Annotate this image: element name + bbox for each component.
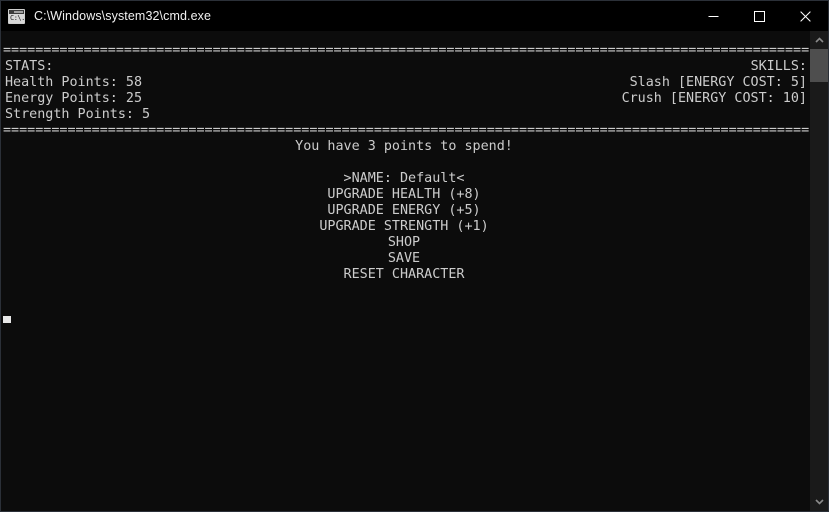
window-controls — [690, 1, 828, 31]
menu-item-upgrade-energy[interactable]: UPGRADE ENERGY (+5) — [1, 203, 809, 219]
minimize-icon — [708, 15, 718, 17]
skill-slash: Slash [ENERGY COST: 5] — [629, 75, 807, 90]
menu-item-upgrade-strength[interactable]: UPGRADE STRENGTH (+1) — [1, 219, 809, 235]
stat-skill-row: Energy Points: 25 Crush [ENERGY COST: 10… — [1, 91, 809, 107]
cmd-icon-prompt-text: C:\. — [10, 13, 25, 22]
vertical-scrollbar[interactable] — [809, 31, 828, 511]
window-title: C:\Windows\system32\cmd.exe — [34, 9, 212, 23]
menu-item-shop[interactable]: SHOP — [1, 235, 809, 251]
skill-crush: Crush [ENERGY COST: 10] — [621, 91, 807, 106]
menu-item-upgrade-health[interactable]: UPGRADE HEALTH (+8) — [1, 187, 809, 203]
scroll-down-button[interactable] — [810, 493, 828, 511]
stats-header: STATS: — [5, 59, 54, 74]
stats-skills-header-row: STATS: SKILLS: — [1, 59, 809, 75]
minimize-button[interactable] — [690, 1, 736, 31]
separator-line-top: ========================================… — [3, 43, 809, 58]
cmd-window: C:\. C:\Windows\system32\cmd.exe =======… — [0, 0, 829, 512]
menu-item-reset-character[interactable]: RESET CHARACTER — [1, 267, 809, 283]
close-button[interactable] — [782, 1, 828, 31]
stat-energy-points: Energy Points: 25 — [5, 91, 143, 106]
chevron-down-icon — [814, 499, 824, 505]
menu-item-name[interactable]: >NAME: Default< — [1, 171, 809, 187]
skills-header: SKILLS: — [750, 59, 807, 74]
scroll-up-button[interactable] — [810, 31, 828, 49]
title-bar[interactable]: C:\. C:\Windows\system32\cmd.exe — [1, 1, 828, 31]
separator-line-bottom: ========================================… — [3, 123, 809, 138]
stat-strength-points: Strength Points: 5 — [5, 107, 151, 122]
menu-item-save[interactable]: SAVE — [1, 251, 809, 267]
console-output[interactable]: ========================================… — [1, 31, 809, 511]
maximize-button[interactable] — [736, 1, 782, 31]
scrollbar-thumb[interactable] — [810, 49, 828, 82]
stat-skill-row: Strength Points: 5 — [1, 107, 809, 123]
stat-health-points: Health Points: 58 — [5, 75, 143, 90]
points-to-spend-message: You have 3 points to spend! — [295, 139, 513, 154]
window-body: ========================================… — [1, 31, 828, 511]
maximize-icon — [753, 10, 765, 22]
cmd-console-icon[interactable]: C:\. — [8, 8, 25, 24]
scrollbar-track[interactable] — [810, 49, 828, 493]
close-icon — [799, 10, 811, 22]
chevron-up-icon — [814, 37, 824, 43]
stat-skill-row: Health Points: 58 Slash [ENERGY COST: 5] — [1, 75, 809, 91]
text-cursor — [3, 316, 11, 323]
